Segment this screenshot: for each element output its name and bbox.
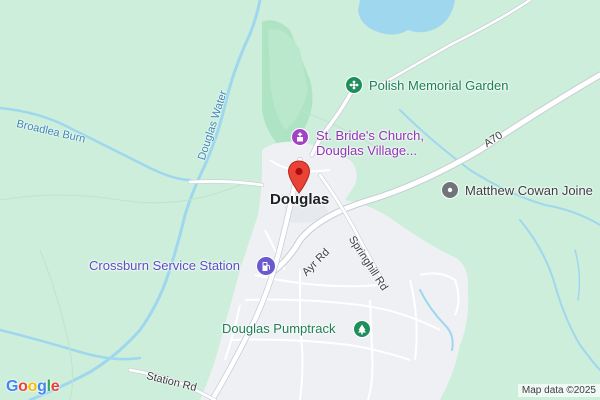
st-brides-church-label-line1[interactable]: St. Bride's Church, — [316, 128, 424, 143]
map-attribution[interactable]: Map data ©2025 — [517, 384, 600, 397]
flower-icon[interactable] — [345, 76, 363, 94]
fuel-pump-icon[interactable] — [256, 256, 276, 276]
google-logo-letter: o — [18, 378, 28, 395]
tree-icon[interactable] — [353, 320, 371, 338]
google-logo-letter: o — [27, 378, 38, 395]
map-canvas[interactable]: Broadlea Burn Douglas Water A70 Ayr Rd S… — [0, 0, 600, 400]
matthew-cowan-label[interactable]: Matthew Cowan Joine — [465, 183, 593, 198]
polish-memorial-garden-label[interactable]: Polish Memorial Garden — [369, 78, 508, 93]
douglas-pumptrack-label[interactable]: Douglas Pumptrack — [222, 321, 335, 336]
st-brides-church-label-line2[interactable]: Douglas Village... — [316, 143, 417, 158]
google-logo-letter: G — [6, 378, 19, 395]
pin-dot-icon[interactable] — [441, 181, 459, 199]
church-icon[interactable] — [291, 128, 309, 146]
map-pin-icon[interactable] — [287, 160, 311, 196]
google-logo-letter: e — [50, 378, 60, 395]
google-logo: Google — [6, 378, 60, 396]
crossburn-service-station-label[interactable]: Crossburn Service Station — [89, 258, 240, 273]
google-logo-letter: g — [37, 378, 47, 395]
